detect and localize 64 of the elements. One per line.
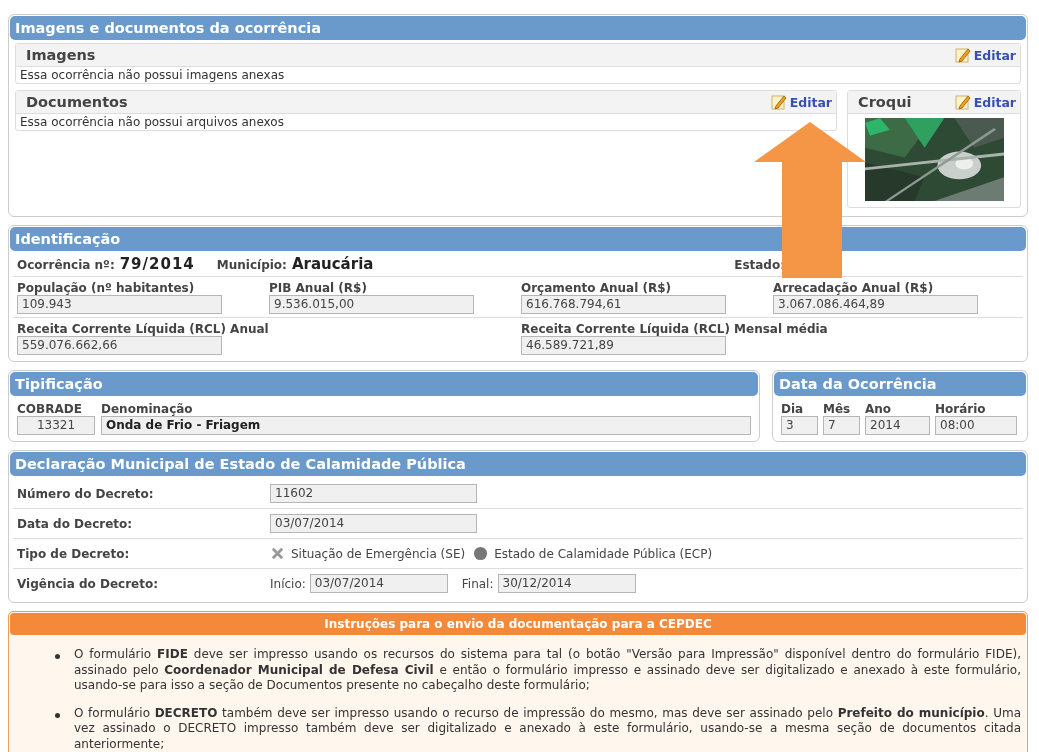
input-field[interactable]: 616.768.794,61 xyxy=(521,295,726,314)
input-field[interactable]: 9.536.015,00 xyxy=(269,295,474,314)
edit-link[interactable]: Editar xyxy=(954,47,1016,63)
panel-title: Tipificação xyxy=(10,372,758,396)
radio-dot-icon[interactable] xyxy=(473,546,489,561)
input-field[interactable]: 03/07/2014 xyxy=(270,514,477,533)
field-label: Horário xyxy=(935,402,987,416)
field-label: Dia xyxy=(781,402,805,416)
edit-link[interactable]: Editar xyxy=(954,94,1016,110)
input-field[interactable]: 11602 xyxy=(270,484,477,503)
field-label: Orçamento Anual (R$) xyxy=(521,281,672,295)
pencil-icon xyxy=(954,94,971,110)
panel-title: Identificação xyxy=(10,227,1026,251)
input-field[interactable]: 46.589.721,89 xyxy=(521,336,726,355)
instruction-text: O formulário DECRETO também deve ser impresso usando o recurso de impressão do mesmo, mas deve ser assinado pelo Prefeito do município. Uma vez assinado o DECRETO impresso também deve ser digitalizado e anexado à este formulário, usando-se a mesma seção de documentos citada anteriormente; xyxy=(74,705,1021,752)
bullet-icon xyxy=(55,654,60,659)
field-label: Estado: xyxy=(734,258,785,272)
input-field[interactable]: 109.943 xyxy=(17,295,222,314)
bullet-icon xyxy=(55,712,60,718)
panel-title: Data da Ocorrência xyxy=(774,372,1026,396)
field-label: Número do Decreto: xyxy=(17,486,155,501)
field-label: Denominação xyxy=(101,402,194,416)
panel-title: Declaração Municipal de Estado de Calamidade Pública xyxy=(10,452,1026,476)
section-title: Croqui xyxy=(858,94,912,110)
input-field[interactable]: 7 xyxy=(823,416,860,435)
municipality-name: Araucária xyxy=(291,255,374,273)
field-label: Vigência do Decreto: xyxy=(17,576,160,591)
field-label: Arrecadação Anual (R$) xyxy=(773,281,935,295)
pencil-icon xyxy=(954,47,971,63)
field-label: Município: xyxy=(216,258,287,272)
field-label: População (nº habitantes) xyxy=(17,281,196,295)
pencil-icon xyxy=(770,94,787,110)
field-label: Data do Decreto: xyxy=(17,516,134,531)
input-field[interactable]: 3.067.086.464,89 xyxy=(773,295,978,314)
panel-title: Imagens e documentos da ocorrência xyxy=(10,16,1026,40)
panel-title: Instruções para o envio da documentação para a CEPDEC xyxy=(10,613,1026,635)
section-title: Imagens xyxy=(26,47,96,63)
option-label: Estado de Calamidade Pública (ECP) xyxy=(494,546,713,561)
field-label: Ano xyxy=(865,402,893,416)
option-label: Situação de Emergência (SE) xyxy=(291,546,466,561)
field-label: Receita Corrente Líquida (RCL) Anual xyxy=(17,322,270,336)
input-field[interactable]: 3 xyxy=(781,416,818,435)
field-label: PIB Anual (R$) xyxy=(269,281,368,295)
field-label: Início: xyxy=(270,576,306,591)
field-label: Final: xyxy=(461,576,494,591)
empty-message: Essa ocorrência não possui arquivos anexos xyxy=(19,114,285,130)
section-title: Documentos xyxy=(26,94,128,110)
input-field[interactable]: 13321 xyxy=(17,416,95,435)
instruction-text: O formulário FIDE deve ser impresso usando os recursos do sistema para tal (o botão "Versão para Impressão" disponível dentro do formulário FIDE), assinado pelo Coordenador Municipal de Defesa Civil e então o formulário impresso e assinado deve ser digitalizado e anexado à este formulário, usando-se para isso a seção de Documentos presente no cabeçalho deste formulário; xyxy=(74,647,1021,694)
input-field[interactable]: 559.076.662,66 xyxy=(17,336,222,355)
field-label: Receita Corrente Líquida (RCL) Mensal média xyxy=(521,322,829,336)
field-label: Mês xyxy=(823,402,852,416)
input-field[interactable]: 08:00 xyxy=(935,416,1017,435)
edit-link[interactable]: Editar xyxy=(770,94,832,110)
input-field[interactable]: 2014 xyxy=(865,416,930,435)
input-field[interactable]: Onda de Frio - Friagem xyxy=(101,416,751,435)
empty-message: Essa ocorrência não possui imagens anexas xyxy=(19,67,286,83)
field-label: Ocorrência nº: xyxy=(17,258,115,272)
occurrence-number: 79/2014 xyxy=(119,255,195,273)
field-label: Tipo de Decreto: xyxy=(17,546,131,561)
field-label: COBRADE xyxy=(17,402,83,416)
input-field[interactable]: 30/12/2014 xyxy=(497,574,636,593)
input-field[interactable]: 03/07/2014 xyxy=(309,574,448,593)
cross-icon[interactable] xyxy=(270,546,285,561)
